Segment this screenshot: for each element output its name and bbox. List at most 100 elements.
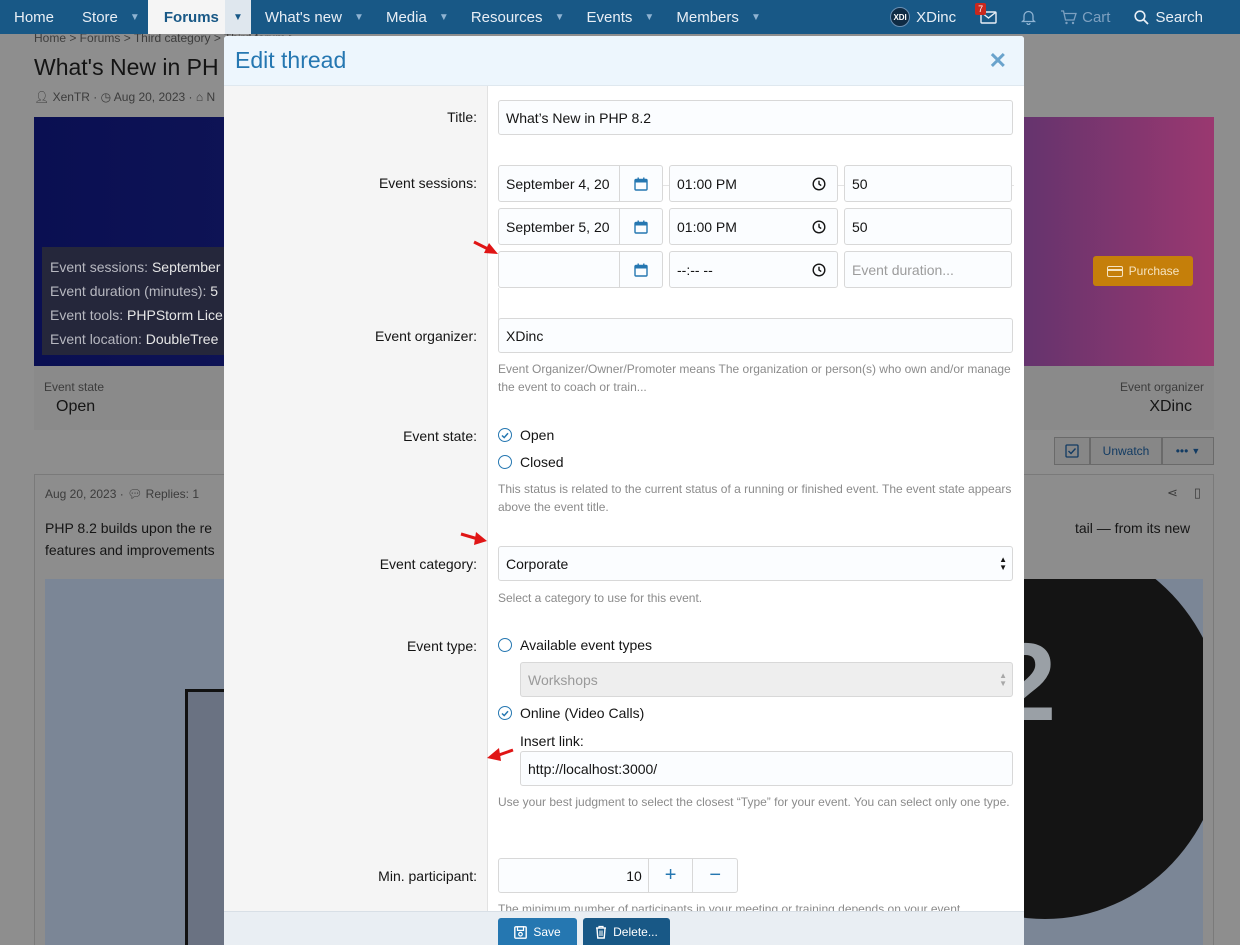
username: XDinc bbox=[916, 8, 957, 26]
purchase-label: Purchase bbox=[1128, 264, 1180, 278]
clock-icon[interactable] bbox=[801, 209, 837, 244]
event-organizer-input[interactable]: XDinc bbox=[498, 318, 1013, 353]
min-participant-value[interactable]: 10 bbox=[499, 859, 648, 892]
nav-whats-new[interactable]: What's new ▼ bbox=[251, 0, 372, 34]
chevron-down-icon[interactable]: ▼ bbox=[547, 0, 573, 34]
form-label-column bbox=[224, 86, 488, 911]
session-2-time-value: 01:00 PM bbox=[677, 218, 737, 235]
min-participant-stepper[interactable]: 10 + − bbox=[498, 858, 738, 893]
type-option-available[interactable]: Available event types bbox=[498, 637, 652, 653]
type-option-online[interactable]: Online (Video Calls) bbox=[498, 705, 644, 721]
delete-button[interactable]: Delete... bbox=[583, 918, 670, 945]
speech-bubble-icon: 💬︎ bbox=[127, 487, 143, 501]
radio-unchecked-icon[interactable] bbox=[498, 638, 512, 652]
more-dots: ••• bbox=[1175, 444, 1189, 458]
more-options-button[interactable]: ••• ▼ bbox=[1162, 437, 1214, 465]
annotation-arrow-icon bbox=[473, 240, 498, 254]
credit-card-icon bbox=[1106, 265, 1123, 277]
chevron-down-icon[interactable]: ▼ bbox=[224, 0, 251, 34]
nav-whats-new-label: What's new bbox=[264, 8, 342, 26]
nav-store[interactable]: Store ▼ bbox=[68, 0, 148, 34]
session-1-time-input[interactable]: 01:00 PM bbox=[669, 165, 838, 202]
banner-location-value: DoubleTree bbox=[145, 331, 219, 347]
clock-icon[interactable] bbox=[801, 252, 837, 287]
plus-icon[interactable]: + bbox=[647, 859, 693, 892]
session-1-duration-input[interactable]: 50 bbox=[844, 165, 1012, 202]
state-option-open-label: Open bbox=[520, 427, 555, 443]
chevron-down-icon[interactable]: ▼ bbox=[346, 0, 372, 34]
delete-label: Delete... bbox=[613, 925, 658, 939]
cart-button[interactable]: Cart bbox=[1048, 0, 1122, 34]
user-menu[interactable]: XDI XDinc bbox=[878, 0, 968, 34]
radio-unchecked-icon[interactable] bbox=[498, 455, 512, 469]
modal-body: Title: What’s New in PHP 8.2 Event sessi… bbox=[224, 86, 1024, 911]
nav-resources[interactable]: Resources ▼ bbox=[457, 0, 573, 34]
session-2-date-input[interactable]: September 5, 20 bbox=[498, 208, 663, 245]
thread-title: What's New in PH bbox=[34, 54, 219, 80]
nav-media[interactable]: Media ▼ bbox=[372, 0, 457, 34]
event-organizer-label: Event organizer bbox=[1119, 380, 1204, 394]
event-category-select[interactable]: Corporate ▲ ▼ bbox=[498, 546, 1013, 581]
insert-link-input[interactable]: http://localhost:3000/ bbox=[520, 751, 1013, 786]
session-1-date-value: September 4, 20 bbox=[506, 175, 610, 192]
session-3-date-input[interactable] bbox=[498, 251, 663, 288]
session-3-time-input[interactable]: --:-- -- bbox=[669, 251, 838, 288]
session-3-duration-input[interactable]: Event duration... bbox=[844, 251, 1012, 288]
edit-thread-modal: Edit thread ✕ Title: What’s New in PHP 8… bbox=[224, 36, 1024, 945]
alerts-button[interactable] bbox=[1009, 0, 1048, 34]
bookmark-icon[interactable]: ▯ bbox=[1194, 485, 1201, 501]
event-category-label: Event category: bbox=[379, 556, 477, 572]
avatar: XDI bbox=[890, 7, 911, 27]
state-option-closed[interactable]: Closed bbox=[498, 454, 564, 470]
session-2-duration-input[interactable]: 50 bbox=[844, 208, 1012, 245]
user-icon: 👤︎ bbox=[34, 90, 50, 104]
select-arrows-icon: ▲ ▼ bbox=[999, 671, 1007, 688]
clock-icon[interactable] bbox=[801, 166, 837, 201]
nav-media-label: Media bbox=[385, 8, 427, 26]
title-input[interactable]: What’s New in PHP 8.2 bbox=[498, 100, 1013, 135]
banner-tools-value: PHPStorm Lice bbox=[127, 307, 223, 323]
event-state-hint: This status is related to the current st… bbox=[498, 482, 1012, 514]
search-button[interactable]: Search bbox=[1122, 0, 1240, 34]
nav-home[interactable]: Home bbox=[0, 0, 68, 34]
banner-duration-label: Event duration (minutes): bbox=[50, 283, 207, 299]
chevron-down-icon[interactable]: ▼ bbox=[636, 0, 662, 34]
min-participant-label: Min. participant: bbox=[378, 868, 477, 884]
nav-home-label: Home bbox=[14, 8, 55, 26]
session-2-time-input[interactable]: 01:00 PM bbox=[669, 208, 838, 245]
state-option-open[interactable]: Open bbox=[498, 427, 554, 443]
type-option-available-label: Available event types bbox=[520, 637, 653, 653]
unwatch-button[interactable]: Unwatch bbox=[1090, 437, 1162, 465]
session-1-time-value: 01:00 PM bbox=[677, 175, 737, 192]
nav-events[interactable]: Events ▼ bbox=[573, 0, 663, 34]
save-button[interactable]: Save bbox=[498, 918, 577, 945]
modal-footer: Save Delete... bbox=[224, 911, 1024, 945]
purchase-button[interactable]: Purchase bbox=[1093, 256, 1193, 286]
minus-icon[interactable]: − bbox=[692, 859, 737, 892]
event-state-value: Open bbox=[56, 398, 96, 415]
session-1-date-input[interactable]: September 4, 20 bbox=[498, 165, 663, 202]
post-icons: ⋖ ▯ bbox=[1167, 485, 1201, 501]
event-state-label: Event state bbox=[44, 380, 105, 394]
nav-members-label: Members bbox=[676, 8, 739, 26]
session-3-date-value bbox=[499, 252, 619, 287]
calendar-icon[interactable] bbox=[619, 209, 662, 244]
radio-checked-icon[interactable] bbox=[498, 428, 512, 442]
banner-duration-value: 5 bbox=[210, 283, 219, 299]
calendar-icon[interactable] bbox=[619, 166, 662, 201]
nav-members[interactable]: Members ▼ bbox=[662, 0, 769, 34]
select-checkbox-button[interactable] bbox=[1054, 437, 1090, 465]
share-icon[interactable]: ⋖ bbox=[1167, 485, 1178, 501]
inbox-button[interactable]: 7 bbox=[968, 0, 1009, 34]
bell-icon bbox=[1021, 10, 1037, 25]
event-type-hint: Use your best judgment to select the clo… bbox=[498, 795, 1010, 809]
chevron-down-icon[interactable]: ▼ bbox=[431, 0, 457, 34]
radio-checked-icon[interactable] bbox=[498, 706, 512, 720]
close-icon[interactable]: ✕ bbox=[989, 48, 1007, 74]
calendar-icon[interactable] bbox=[619, 252, 662, 287]
chevron-down-icon[interactable]: ▼ bbox=[743, 0, 769, 34]
event-organizer-hint: Event Organizer/Owner/Promoter means The… bbox=[498, 362, 1011, 394]
event-organizer-value: XDinc bbox=[1149, 398, 1192, 415]
chevron-down-icon[interactable]: ▼ bbox=[122, 0, 148, 34]
nav-forums[interactable]: Forums ▼ bbox=[147, 0, 251, 34]
